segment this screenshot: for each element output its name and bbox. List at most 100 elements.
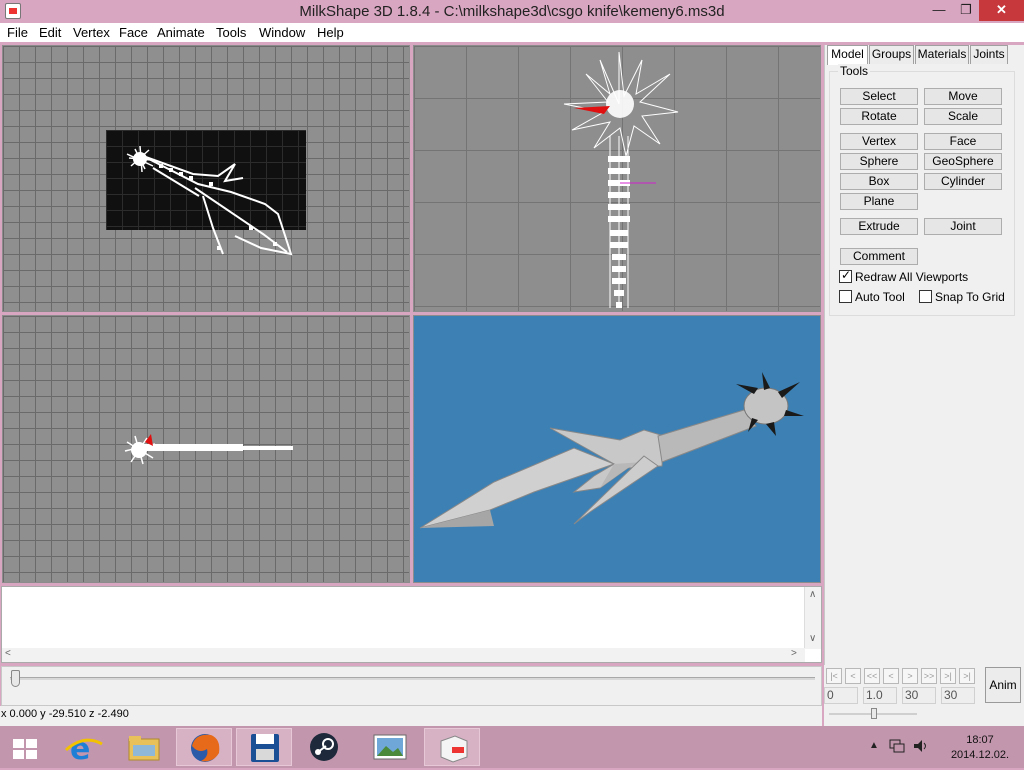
log-horizontal-scrollbar[interactable]: < > [2, 648, 805, 662]
rewind-button[interactable]: << [864, 668, 880, 684]
auto-tool-label: Auto Tool [855, 290, 905, 304]
menu-bar: File Edit Vertex Face Animate Tools Wind… [0, 23, 1024, 42]
menu-file[interactable]: File [7, 25, 28, 40]
taskbar-photo-viewer[interactable] [362, 728, 418, 766]
firefox-icon [191, 734, 220, 762]
snap-to-grid-checkbox[interactable]: Snap To Grid [919, 290, 1005, 304]
animation-timeline[interactable] [1, 666, 822, 706]
status-bar: x 0.000 y -29.510 z -2.490 [0, 706, 822, 726]
viewport-top[interactable] [413, 45, 821, 312]
viewport-front[interactable] [2, 45, 410, 312]
joint-button[interactable]: Joint [924, 218, 1002, 235]
tab-groups[interactable]: Groups [869, 45, 914, 64]
clock-time: 18:07 [966, 734, 994, 746]
knife-wireframe-side [124, 434, 293, 465]
auto-tool-checkbox[interactable]: Auto Tool [839, 290, 905, 304]
taskbar-steam[interactable] [296, 728, 352, 766]
redraw-all-label: Redraw All Viewports [855, 270, 969, 284]
photo-viewer-icon [373, 734, 407, 760]
tab-materials[interactable]: Materials [915, 45, 969, 64]
cursor-coordinates: x 0.000 y -29.510 z -2.490 [1, 708, 129, 720]
start-button[interactable] [0, 728, 50, 766]
previous-key-button[interactable]: < [845, 668, 861, 684]
message-log[interactable]: ∧ ∨ < > [1, 586, 822, 663]
tools-legend: Tools [838, 64, 871, 78]
network-icon[interactable] [889, 738, 905, 754]
app-window: MilkShape 3D 1.8.4 - C:\milkshape3d\csgo… [0, 0, 1024, 726]
taskbar-milkshape[interactable] [424, 728, 480, 766]
menu-window[interactable]: Window [259, 25, 305, 40]
end-frame-field[interactable]: 30 [941, 687, 975, 704]
menu-face[interactable]: Face [119, 25, 148, 40]
tray-expand-icon[interactable]: ▲ [869, 740, 879, 751]
checkbox-checked-icon[interactable] [839, 268, 852, 283]
vertex-button[interactable]: Vertex [840, 133, 918, 150]
anim-speed-thumb[interactable] [871, 708, 877, 719]
windows-logo-icon [13, 739, 37, 759]
menu-vertex[interactable]: Vertex [73, 25, 110, 40]
anim-toggle-button[interactable]: Anim [985, 667, 1021, 703]
system-clock[interactable]: 18:07 2014.12.02. [945, 733, 1015, 763]
anim-speed-slider[interactable] [829, 708, 917, 719]
next-frame-button[interactable]: > [902, 668, 918, 684]
scroll-down-icon[interactable]: ∨ [809, 633, 816, 644]
milkshape-icon [440, 735, 468, 763]
rotate-button[interactable]: Rotate [840, 108, 918, 125]
scale-button[interactable]: Scale [924, 108, 1002, 125]
select-button[interactable]: Select [840, 88, 918, 105]
first-frame-button[interactable]: |< [826, 668, 842, 684]
tab-joints[interactable]: Joints [970, 45, 1008, 64]
plane-button[interactable]: Plane [840, 193, 918, 210]
menu-help[interactable]: Help [317, 25, 344, 40]
folder-icon [128, 736, 160, 761]
timeline-slider-thumb[interactable] [11, 670, 20, 687]
close-button[interactable]: ✕ [979, 0, 1024, 21]
scroll-right-icon[interactable]: > [791, 648, 797, 659]
sphere-button[interactable]: Sphere [840, 153, 918, 170]
scroll-up-icon[interactable]: ∧ [809, 589, 816, 600]
checkbox-unchecked-icon[interactable] [839, 290, 852, 303]
extrude-button[interactable]: Extrude [840, 218, 918, 235]
redraw-all-viewports-checkbox[interactable]: Redraw All Viewports [839, 268, 969, 284]
window-title: MilkShape 3D 1.8.4 - C:\milkshape3d\csgo… [299, 3, 725, 20]
move-button[interactable]: Move [924, 88, 1002, 105]
scroll-left-icon[interactable]: < [5, 648, 11, 659]
viewport-side[interactable] [2, 315, 410, 583]
checkbox-unchecked-icon[interactable] [919, 290, 932, 303]
knife-wireframe-top [563, 51, 679, 308]
menu-tools[interactable]: Tools [216, 25, 246, 40]
floppy-disk-icon [251, 734, 279, 762]
internet-explorer-icon: e [65, 732, 103, 767]
maximize-button[interactable]: ❐ [952, 0, 980, 21]
taskbar: e ▲ 18:07 2014.12.02. [0, 726, 1024, 768]
taskbar-file-explorer[interactable] [116, 728, 172, 766]
tab-model[interactable]: Model [827, 45, 868, 65]
frame-count-field[interactable]: 30 [902, 687, 936, 704]
cylinder-button[interactable]: Cylinder [924, 173, 1002, 190]
comment-button[interactable]: Comment [840, 248, 918, 265]
current-frame-field[interactable]: 0 [824, 687, 858, 704]
geosphere-button[interactable]: GeoSphere [924, 153, 1002, 170]
taskbar-save-tool[interactable] [236, 728, 292, 766]
volume-icon[interactable] [912, 738, 930, 754]
taskbar-firefox[interactable] [176, 728, 232, 766]
previous-frame-button[interactable]: < [883, 668, 899, 684]
fps-field[interactable]: 1.0 [863, 687, 897, 704]
menu-animate[interactable]: Animate [157, 25, 205, 40]
menu-edit[interactable]: Edit [39, 25, 61, 40]
fast-forward-button[interactable]: >> [921, 668, 937, 684]
knife-3d-render [419, 372, 804, 529]
timeline-track[interactable] [10, 677, 815, 680]
knife-wireframe-front [126, 145, 293, 256]
log-vertical-scrollbar[interactable]: ∧ ∨ [804, 587, 821, 649]
clock-date: 2014.12.02. [950, 749, 1010, 761]
viewport-3d[interactable] [413, 315, 821, 583]
title-bar[interactable]: MilkShape 3D 1.8.4 - C:\milkshape3d\csgo… [0, 0, 1024, 23]
svg-text:e: e [70, 732, 90, 766]
box-button[interactable]: Box [840, 173, 918, 190]
taskbar-internet-explorer[interactable]: e [56, 728, 112, 767]
face-button[interactable]: Face [924, 133, 1002, 150]
last-frame-button[interactable]: >| [959, 668, 975, 684]
minimize-button[interactable]: — [925, 0, 953, 21]
next-key-button[interactable]: >| [940, 668, 956, 684]
